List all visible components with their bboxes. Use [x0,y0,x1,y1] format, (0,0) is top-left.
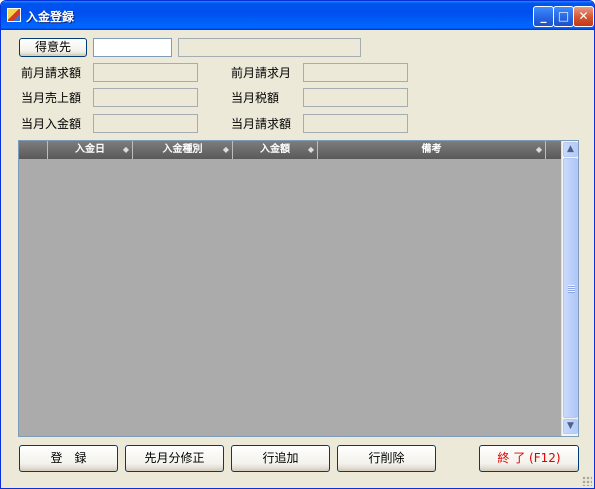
column-header-date-label: 入金日 [75,144,105,155]
add-row-button[interactable]: 行追加 [231,445,330,472]
scroll-down-button[interactable]: ▼ [563,419,578,434]
sort-icon: ◆ [307,145,314,154]
column-header-amount-label: 入金額 [260,144,290,155]
column-header-notes[interactable]: 備考 ◆ [318,141,546,159]
minimize-button[interactable]: _ [533,6,554,27]
sort-icon: ◆ [122,145,129,154]
title-bar[interactable]: 入金登録 _ □ ✕ [1,1,594,30]
column-header-notes-label: 備考 [421,144,442,155]
resize-grip-icon[interactable] [582,476,592,486]
column-header-type[interactable]: 入金種別 ◆ [133,141,233,159]
close-button[interactable]: 終 了 (F12) [479,445,579,472]
column-header-type-label: 入金種別 [162,144,203,155]
window: 入金登録 _ □ ✕ 得意先 前月請求額 前月請求月 当月売上額 当月税額 当月… [0,0,595,489]
vertical-scrollbar[interactable]: ▲ ▼ [561,141,578,436]
payment-grid[interactable]: 入金日 ◆ 入金種別 ◆ 入金額 ◆ 備考 ◆ ▲ ▼ [18,140,579,437]
prev-billing-amount-label: 前月請求額 [21,66,82,80]
prev-month-fix-button[interactable]: 先月分修正 [125,445,224,472]
prev-billing-month-label: 前月請求月 [231,66,292,80]
maximize-button[interactable]: □ [553,6,574,27]
current-sales-label: 当月売上額 [21,91,82,105]
current-tax-label: 当月税額 [231,91,280,105]
customer-button[interactable]: 得意先 [19,38,87,57]
customer-name-field [178,38,361,57]
prev-billing-amount-field [93,63,198,82]
close-window-button[interactable]: ✕ [573,6,594,27]
scroll-up-button[interactable]: ▲ [563,142,578,157]
sort-icon: ◆ [535,145,542,154]
delete-row-button[interactable]: 行削除 [337,445,436,472]
column-header-date[interactable]: 入金日 ◆ [48,141,133,159]
customer-code-input[interactable] [93,38,172,57]
column-header-amount[interactable]: 入金額 ◆ [233,141,318,159]
prev-billing-month-field [303,63,408,82]
scroll-thumb[interactable] [563,158,578,418]
grip-icon [568,285,575,293]
grid-header: 入金日 ◆ 入金種別 ◆ 入金額 ◆ 備考 ◆ [19,141,562,159]
register-button[interactable]: 登 録 [19,445,118,472]
app-icon [7,8,21,22]
row-header-cell [19,141,48,159]
current-tax-field [303,88,408,107]
current-sales-field [93,88,198,107]
current-payment-field [93,114,198,133]
window-title: 入金登録 [26,10,75,24]
sort-icon: ◆ [222,145,229,154]
current-billing-field [303,114,408,133]
current-billing-label: 当月請求額 [231,117,292,131]
current-payment-label: 当月入金額 [21,117,82,131]
